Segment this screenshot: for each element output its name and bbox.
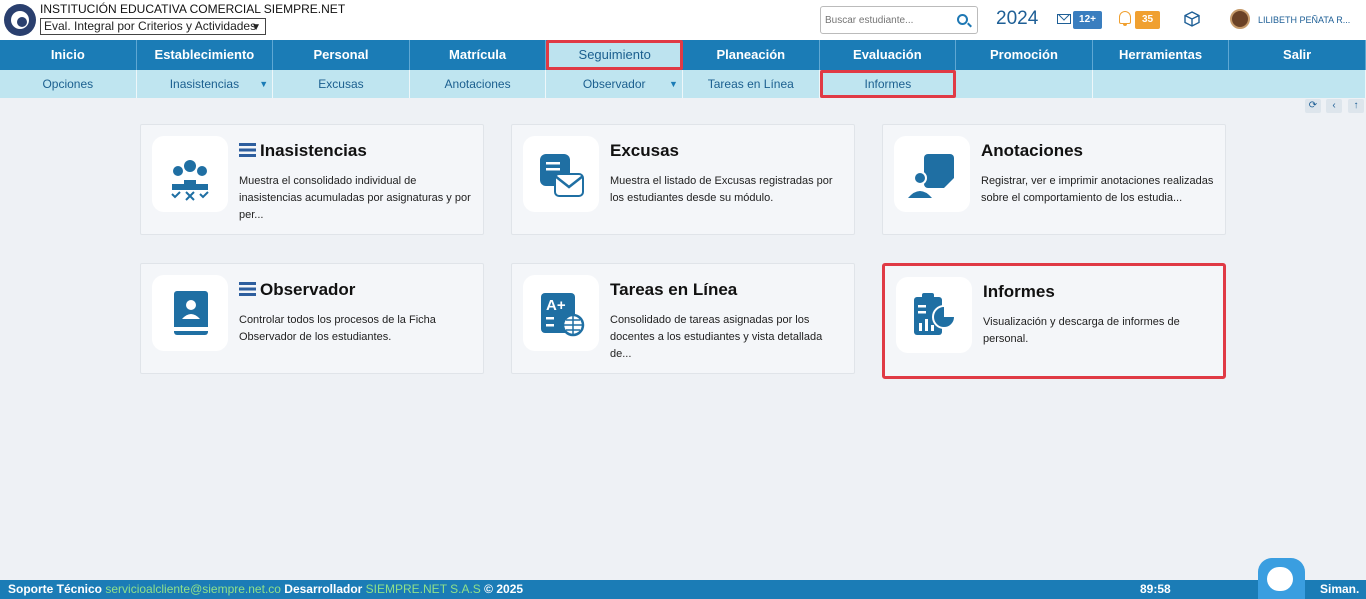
card-description: Muestra el consolidado individual de ina… <box>239 175 471 221</box>
subnav-label: Excusas <box>318 77 364 91</box>
anotaciones-icon <box>894 136 970 212</box>
menu-icon[interactable] <box>239 143 256 157</box>
subnav-label: Informes <box>864 77 912 91</box>
subnav-label: Anotaciones <box>444 77 511 91</box>
card-inasistencias[interactable]: Inasistencias Muestra el consolidado ind… <box>140 124 484 235</box>
subnav-label: Opciones <box>42 77 94 91</box>
card-excusas[interactable]: Excusas Muestra el listado de Excusas re… <box>511 124 855 235</box>
dropdown-arrow-icon: ▼ <box>669 79 678 89</box>
evaluation-select[interactable]: Eval. Integral por Criterios y Actividad… <box>40 18 266 35</box>
card-title: Excusas <box>610 141 679 160</box>
card-tareas-en-linea[interactable]: A+ Tareas en Línea Consolidado de tareas… <box>511 263 855 374</box>
subnav-label: Observador <box>582 77 646 91</box>
sub-nav: Opciones Inasistencias ▼ Excusas Anotacio… <box>0 70 1366 98</box>
subnav-tareas-en-linea[interactable]: Tareas en Línea <box>683 70 820 98</box>
tareas-en-linea-icon: A+ <box>523 275 599 351</box>
nav-inicio[interactable]: Inicio <box>0 40 137 70</box>
header: INSTITUCIÓN EDUCATIVA COMERCIAL SIEMPRE.… <box>0 0 1366 40</box>
subnav-informes[interactable]: Informes <box>819 70 957 98</box>
search-icon[interactable] <box>957 14 968 25</box>
card-title: Observador <box>239 280 355 300</box>
card-description: Visualización y descarga de informes de … <box>983 316 1180 345</box>
subnav-observador[interactable]: Observador ▼ <box>546 70 683 98</box>
nav-evaluacion[interactable]: Evaluación <box>820 40 957 70</box>
subnav-anotaciones[interactable]: Anotaciones <box>410 70 547 98</box>
card-title-text: Inasistencias <box>260 141 367 160</box>
nav-seguimiento[interactable]: Seguimiento <box>546 40 683 70</box>
card-description: Registrar, ver e imprimir anotaciones re… <box>981 175 1214 204</box>
main-nav: Inicio Establecimiento Personal Matrícul… <box>0 40 1366 70</box>
mail-icon[interactable] <box>1057 14 1071 24</box>
notification-count-badge[interactable]: 35 <box>1135 11 1160 29</box>
informes-icon <box>896 277 972 353</box>
inasistencias-icon <box>152 136 228 212</box>
dropdown-arrow-icon: ▼ <box>259 79 269 89</box>
subnav-empty <box>956 70 1093 98</box>
subnav-label: Inasistencias <box>169 77 240 91</box>
nav-matricula[interactable]: Matrícula <box>410 40 547 70</box>
subnav-label: Tareas en Línea <box>707 77 794 91</box>
footer: Soporte Técnico servicioalcliente@siempr… <box>0 580 1366 599</box>
session-timer: 89:58 <box>1140 582 1171 596</box>
subnav-empty <box>1093 70 1366 98</box>
nav-personal[interactable]: Personal <box>273 40 410 70</box>
cube-icon[interactable] <box>1184 11 1200 27</box>
mail-count-badge[interactable]: 12+ <box>1073 11 1102 29</box>
nav-herramientas[interactable]: Herramientas <box>1093 40 1230 70</box>
subnav-opciones[interactable]: Opciones <box>0 70 137 98</box>
refresh-icon[interactable]: ⟳ <box>1305 99 1321 113</box>
card-description: Controlar todos los procesos de la Ficha… <box>239 314 436 343</box>
subnav-excusas[interactable]: Excusas <box>273 70 410 98</box>
chevron-down-icon: ▼ <box>251 22 261 33</box>
card-description: Muestra el listado de Excusas registrada… <box>610 175 833 204</box>
developer-label: Desarrollador <box>284 582 363 596</box>
evaluation-select-value: Eval. Integral por Criterios y Actividad… <box>44 19 257 33</box>
student-search <box>820 6 978 34</box>
card-observador[interactable]: Observador Controlar todos los procesos … <box>140 263 484 374</box>
search-input[interactable] <box>821 7 949 33</box>
card-title: Anotaciones <box>981 141 1084 160</box>
institution-logo[interactable] <box>4 4 36 36</box>
chat-bubble-icon[interactable] <box>1258 558 1305 599</box>
support-email-link[interactable]: servicioalcliente@siempre.net.co <box>105 582 281 596</box>
arrow-up-icon[interactable]: ↑ <box>1348 99 1364 113</box>
support-label: Soporte Técnico <box>8 582 103 596</box>
year-label[interactable]: 2024 <box>996 8 1038 30</box>
nav-salir[interactable]: Salir <box>1229 40 1366 70</box>
card-title: Informes <box>983 282 1055 301</box>
observador-icon <box>152 275 228 351</box>
back-icon[interactable]: ‹ <box>1326 99 1342 113</box>
card-title: Inasistencias <box>239 141 367 161</box>
excusas-icon <box>523 136 599 212</box>
menu-icon[interactable] <box>239 282 256 296</box>
brand-label: Siman. <box>1320 582 1360 596</box>
card-anotaciones[interactable]: Anotaciones Registrar, ver e imprimir an… <box>882 124 1226 235</box>
institution-name: INSTITUCIÓN EDUCATIVA COMERCIAL SIEMPRE.… <box>40 2 346 16</box>
nav-planeacion[interactable]: Planeación <box>683 40 820 70</box>
bell-icon[interactable] <box>1119 11 1131 26</box>
svg-text:A+: A+ <box>546 297 566 314</box>
card-title-text: Observador <box>260 280 356 299</box>
avatar[interactable] <box>1230 9 1250 29</box>
card-informes[interactable]: Informes Visualización y descarga de inf… <box>882 263 1226 379</box>
copyright: © 2025 <box>484 582 524 596</box>
subnav-inasistencias[interactable]: Inasistencias ▼ <box>137 70 274 98</box>
nav-establecimiento[interactable]: Establecimiento <box>137 40 274 70</box>
card-description: Consolidado de tareas asignadas por los … <box>610 314 823 360</box>
developer-name-link[interactable]: SIEMPRE.NET S.A.S <box>366 582 481 596</box>
user-name[interactable]: LILIBETH PEÑATA R... <box>1258 15 1350 25</box>
card-title: Tareas en Línea <box>610 280 738 299</box>
nav-promocion[interactable]: Promoción <box>956 40 1093 70</box>
